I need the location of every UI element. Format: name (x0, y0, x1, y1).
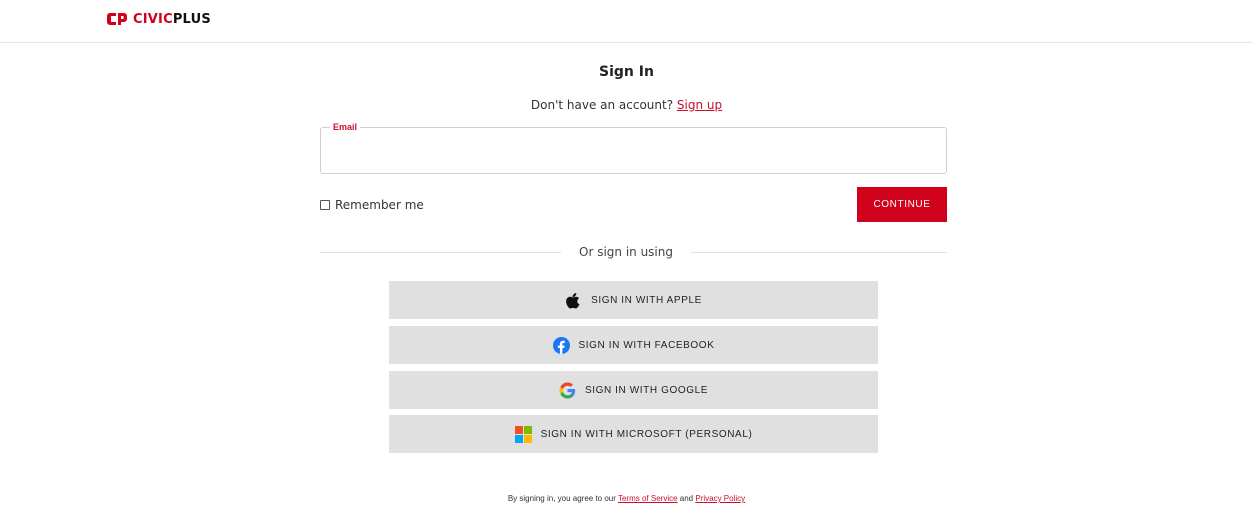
page-title: Sign In (599, 64, 654, 80)
sign-in-google-label: SIGN IN WITH GOOGLE (584, 384, 709, 396)
logo-civic-text: CIVIC (133, 11, 173, 27)
microsoft-icon (514, 425, 532, 443)
signup-link[interactable]: Sign up (677, 98, 722, 112)
email-label: Email (330, 122, 361, 133)
sign-in-microsoft-button[interactable]: SIGN IN WITH MICROSOFT (PERSONAL) (389, 415, 878, 453)
sign-in-google-button[interactable]: SIGN IN WITH GOOGLE (389, 371, 878, 409)
sign-in-facebook-label: SIGN IN WITH FACEBOOK (578, 339, 715, 351)
privacy-policy-link[interactable]: Privacy Policy (695, 494, 745, 503)
terms-of-service-link[interactable]: Terms of Service (618, 494, 678, 503)
logo-wordmark: CIVICPLUS (133, 12, 211, 27)
civicplus-logo[interactable]: CIVICPLUS (106, 11, 211, 27)
terms-and: and (677, 494, 696, 503)
remember-me-label: Remember me (335, 198, 424, 212)
no-account-text: Don't have an account? (530, 98, 677, 112)
email-field[interactable]: Email (320, 122, 947, 174)
sign-in-facebook-button[interactable]: SIGN IN WITH FACEBOOK (389, 326, 878, 364)
civicplus-logo-icon (107, 13, 127, 25)
remember-me[interactable]: Remember me (320, 198, 424, 212)
google-icon (559, 382, 576, 398)
divider-line-right (691, 252, 947, 253)
sign-in-apple-label: SIGN IN WITH APPLE (591, 294, 702, 306)
apple-icon (566, 292, 580, 308)
sign-in-microsoft-label: SIGN IN WITH MICROSOFT (PERSONAL) (540, 428, 753, 440)
signup-prompt: Don't have an account? Sign up (0, 98, 1253, 112)
facebook-icon (552, 336, 570, 354)
terms-prefix: By signing in, you agree to our (507, 494, 618, 503)
logo-plus-text: PLUS (172, 11, 211, 27)
terms-notice: By signing in, you agree to our Terms of… (0, 494, 1253, 503)
divider-text: Or sign in using (579, 245, 673, 259)
continue-button[interactable]: CONTINUE (857, 187, 947, 222)
remember-me-checkbox[interactable] (320, 200, 330, 210)
sign-in-apple-button[interactable]: SIGN IN WITH APPLE (389, 281, 878, 319)
header-bar: CIVICPLUS (0, 0, 1253, 43)
divider-line-left (320, 252, 561, 253)
email-input[interactable] (331, 142, 931, 166)
